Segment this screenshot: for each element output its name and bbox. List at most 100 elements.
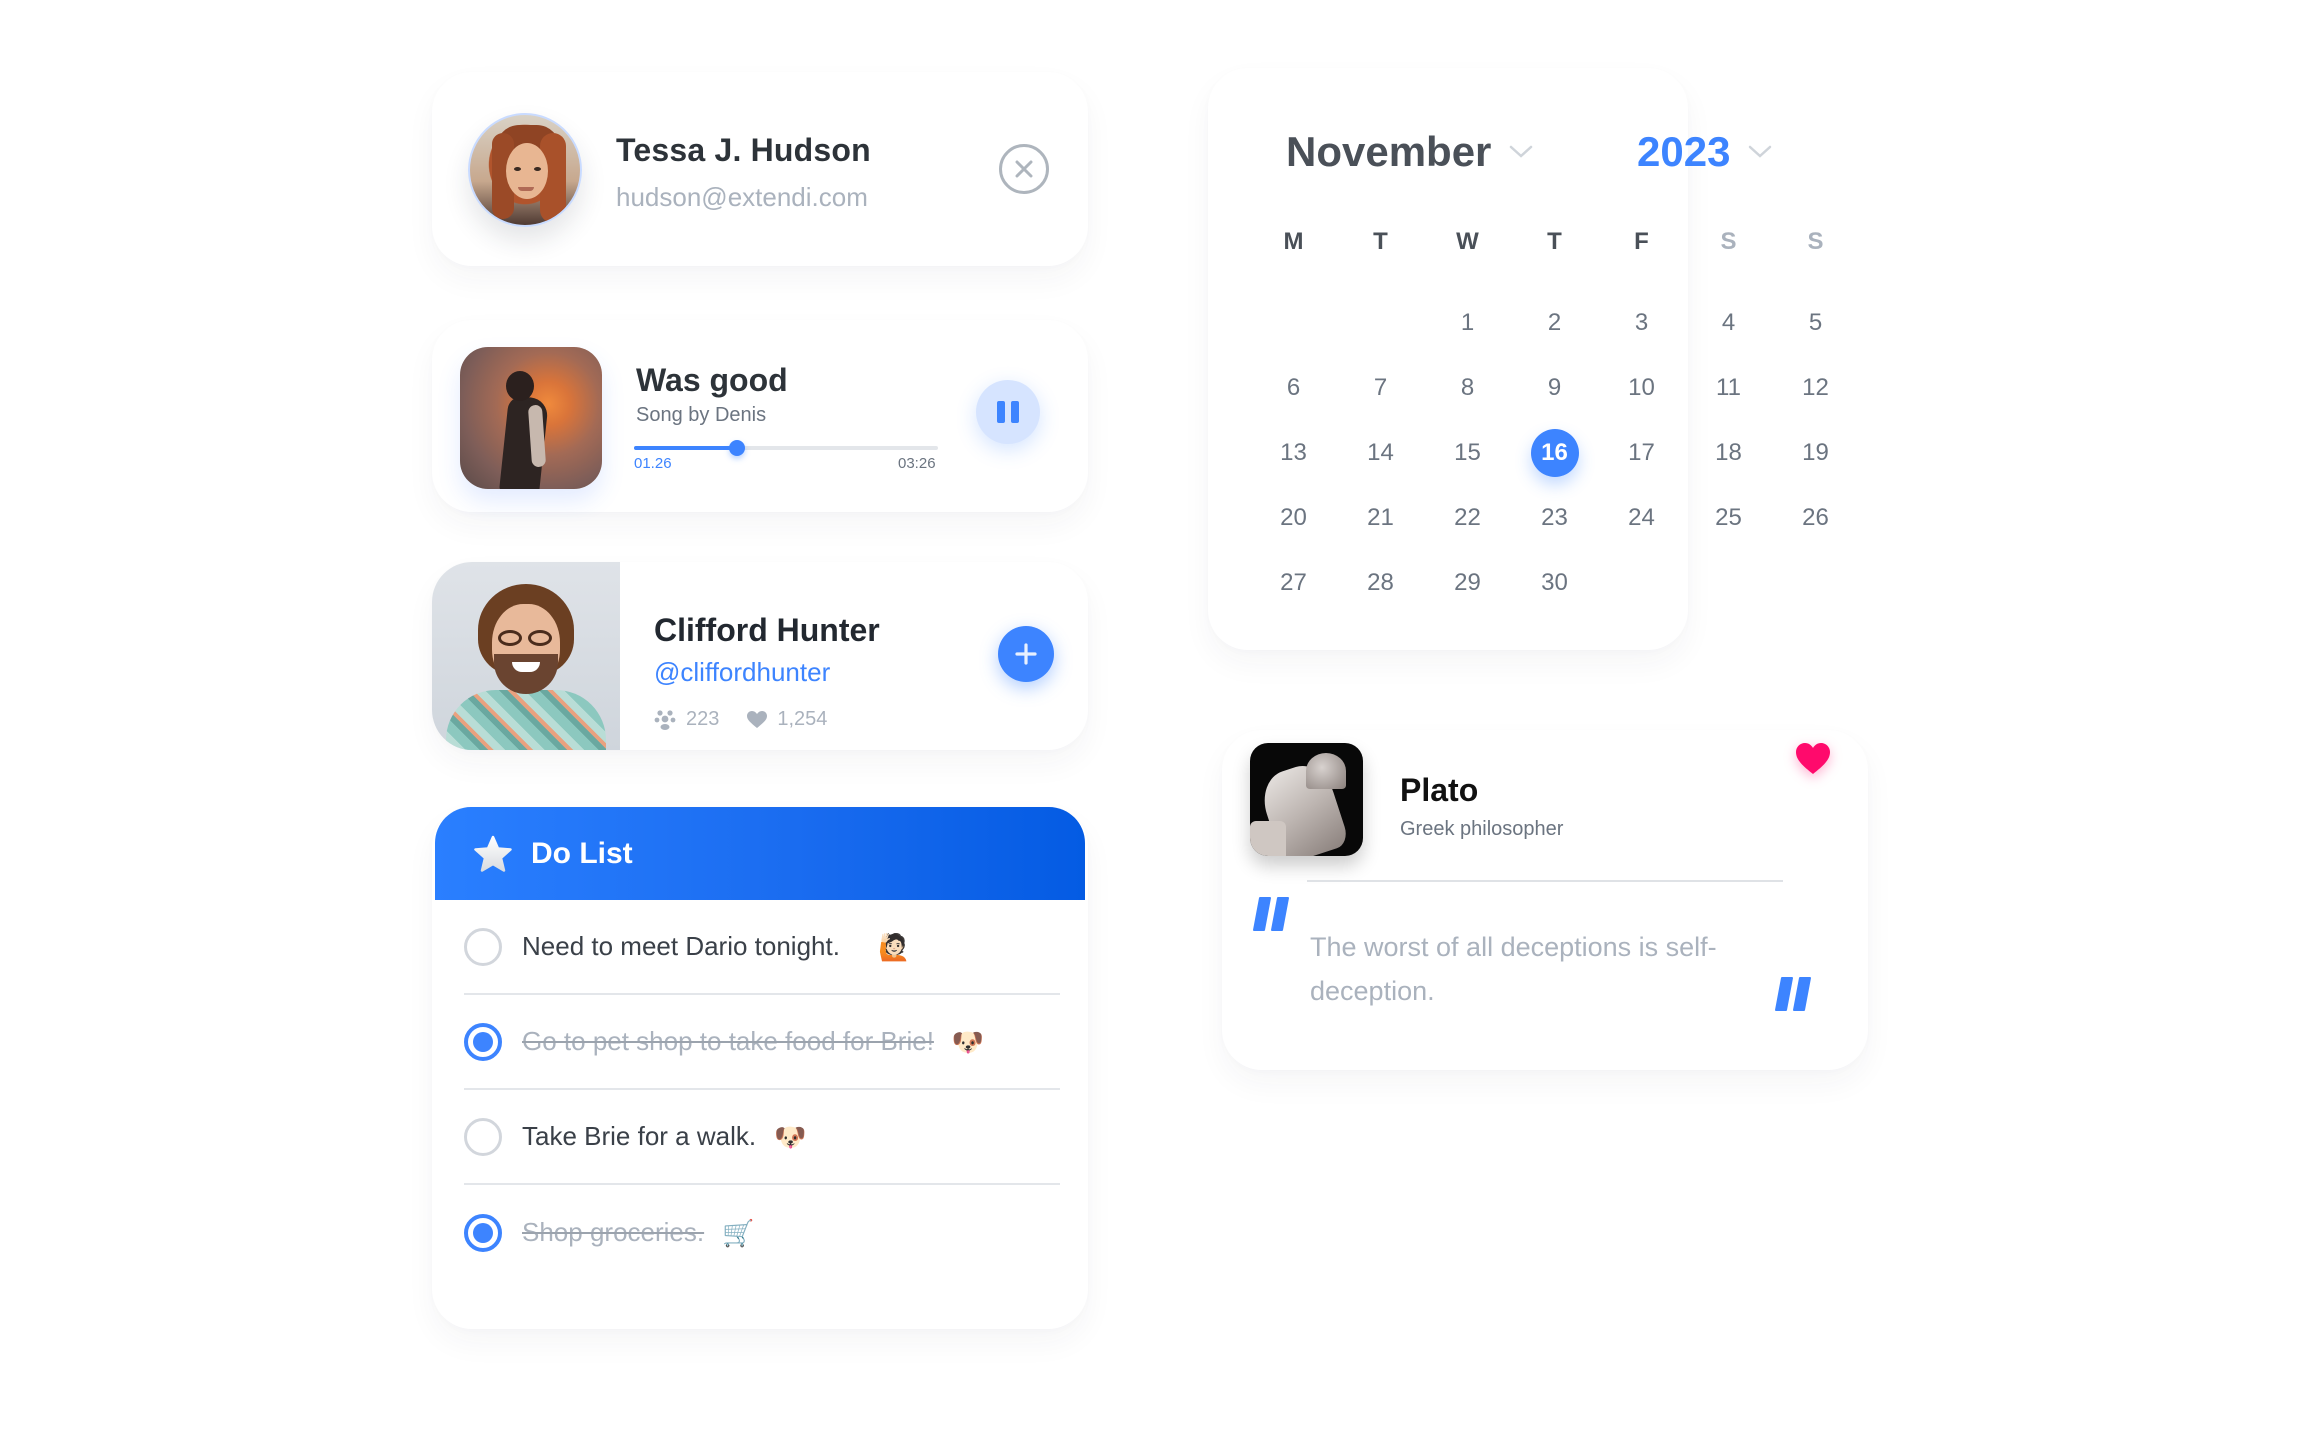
total-time: 03:26: [898, 455, 936, 472]
calendar-grid: M T W T F S S 1 2 3 4 5 6 7 8 9 10 11 12 13 14 15 16 17 18 19 20 21…: [1250, 228, 1859, 615]
todo-checkbox[interactable]: [464, 1117, 502, 1156]
calendar-day[interactable]: 8: [1424, 355, 1511, 420]
quote-card: Plato Greek philosopher The worst of all…: [1222, 730, 1868, 1070]
progress-knob[interactable]: [729, 440, 746, 456]
weekday-header: S: [1720, 228, 1737, 255]
calendar-day[interactable]: 13: [1250, 420, 1337, 485]
group-icon: [654, 709, 676, 730]
avatar: [468, 113, 582, 227]
album-art: [460, 347, 602, 489]
weekday-header: W: [1456, 228, 1479, 255]
social-handle[interactable]: @cliffordhunter: [654, 657, 830, 688]
calendar-day[interactable]: 3: [1598, 290, 1685, 355]
todo-item[interactable]: Go to pet shop to take food for Brie! 🐶: [464, 995, 1060, 1090]
song-title: Was good: [636, 362, 788, 398]
dog-emoji-icon: 🐶: [951, 1026, 985, 1057]
profile-name: Tessa J. Hudson: [616, 132, 871, 168]
favorite-heart-icon[interactable]: [1796, 743, 1830, 775]
progress-fill: [634, 446, 738, 450]
chevron-down-icon: [1510, 145, 1533, 158]
profile-photo: [432, 562, 620, 750]
weekday-header: F: [1634, 228, 1649, 255]
todo-text: Go to pet shop to take food for Brie!: [522, 1026, 934, 1056]
year-label: 2023: [1637, 128, 1731, 175]
likes-count: 1,254: [777, 708, 828, 730]
profile-card: Tessa J. Hudson hudson@extendi.com: [432, 72, 1088, 266]
todo-list: Need to meet Dario tonight. 🙋🏻 Go to pet…: [464, 900, 1060, 1280]
close-quote-icon: [1775, 977, 1811, 1011]
calendar-day[interactable]: 21: [1337, 485, 1424, 550]
chevron-down-icon: [1749, 145, 1772, 158]
calendar-day[interactable]: 2: [1511, 290, 1598, 355]
social-name: Clifford Hunter: [654, 612, 880, 648]
todo-item[interactable]: Need to meet Dario tonight. 🙋🏻: [464, 900, 1060, 995]
current-time: 01.26: [634, 455, 672, 472]
quote-author-role: Greek philosopher: [1400, 818, 1564, 840]
calendar-day[interactable]: 23: [1511, 485, 1598, 550]
todo-checkbox[interactable]: [464, 1022, 502, 1061]
progress-slider[interactable]: [634, 440, 938, 480]
divider: [1307, 880, 1783, 882]
close-icon: [1015, 160, 1033, 178]
todo-text: Need to meet Dario tonight.: [522, 931, 840, 961]
todo-checkbox[interactable]: [464, 1213, 502, 1252]
calendar-day[interactable]: 30: [1511, 550, 1598, 615]
author-photo: [1250, 743, 1363, 856]
todo-checkbox[interactable]: [464, 927, 502, 966]
calendar-day[interactable]: 19: [1772, 420, 1859, 485]
heart-icon: [747, 710, 768, 728]
pause-button[interactable]: [976, 380, 1040, 444]
raising-hand-emoji-icon: 🙋🏻: [877, 931, 911, 962]
star-icon: [474, 835, 512, 872]
todo-text: Shop groceries.: [522, 1217, 705, 1247]
todo-item[interactable]: Take Brie for a walk. 🐶: [464, 1090, 1060, 1185]
profile-email: hudson@extendi.com: [616, 182, 868, 212]
weekday-header: T: [1547, 228, 1562, 255]
calendar-day[interactable]: 7: [1337, 355, 1424, 420]
calendar-day[interactable]: 9: [1511, 355, 1598, 420]
calendar-day[interactable]: 29: [1424, 550, 1511, 615]
calendar-day[interactable]: 14: [1337, 420, 1424, 485]
calendar-day[interactable]: 5: [1772, 290, 1859, 355]
social-stats: 223 1,254: [654, 708, 855, 731]
calendar-day[interactable]: 6: [1250, 355, 1337, 420]
calendar-day[interactable]: 11: [1685, 355, 1772, 420]
quote-text: The worst of all deceptions is self-dece…: [1310, 932, 1717, 1006]
calendar-day[interactable]: 15: [1424, 420, 1511, 485]
calendar-day[interactable]: 1: [1424, 290, 1511, 355]
quote-author: Plato: [1400, 772, 1479, 808]
empty-day: [1337, 290, 1424, 355]
pause-icon-bar: [1011, 401, 1019, 423]
calendar-day[interactable]: 27: [1250, 550, 1337, 615]
pause-icon: [997, 401, 1005, 423]
calendar-day[interactable]: 20: [1250, 485, 1337, 550]
todo-text: Take Brie for a walk.: [522, 1121, 757, 1151]
likes-stat: 1,254: [747, 708, 827, 731]
calendar-day[interactable]: 4: [1685, 290, 1772, 355]
social-profile-card: Clifford Hunter @cliffordhunter 223 1,25…: [432, 562, 1088, 750]
weekday-header: T: [1373, 228, 1388, 255]
calendar-day[interactable]: 17: [1598, 420, 1685, 485]
add-friend-button[interactable]: [998, 626, 1054, 682]
calendar-day[interactable]: 26: [1772, 485, 1859, 550]
calendar-day[interactable]: 22: [1424, 485, 1511, 550]
calendar-day[interactable]: 28: [1337, 550, 1424, 615]
calendar-day[interactable]: 25: [1685, 485, 1772, 550]
year-select[interactable]: 2023: [1637, 128, 1772, 176]
todo-card: Do List Need to meet Dario tonight. 🙋🏻 G…: [432, 807, 1088, 1329]
weekday-header: M: [1283, 228, 1304, 255]
month-select[interactable]: November: [1286, 128, 1533, 176]
calendar-day[interactable]: 12: [1772, 355, 1859, 420]
plus-icon: [1015, 643, 1037, 665]
calendar-day[interactable]: 18: [1685, 420, 1772, 485]
calendar-day[interactable]: 24: [1598, 485, 1685, 550]
calendar-day-selected[interactable]: 16: [1511, 420, 1598, 485]
close-button[interactable]: [999, 144, 1049, 194]
calendar-day[interactable]: 10: [1598, 355, 1685, 420]
todo-header: Do List: [435, 807, 1085, 900]
song-artist: Song by Denis: [636, 404, 767, 426]
empty-day: [1250, 290, 1337, 355]
followers-count: 223: [686, 708, 720, 730]
todo-item[interactable]: Shop groceries. 🛒: [464, 1185, 1060, 1280]
